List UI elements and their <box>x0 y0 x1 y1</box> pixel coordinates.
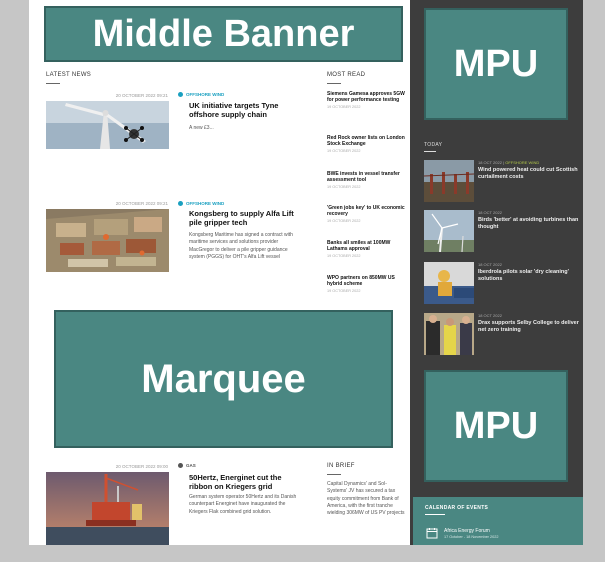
sidebar-article[interactable]: 18 OCT 2022 | OFFSHORE WIND Wind powered… <box>424 160 589 202</box>
most-read-item[interactable]: Banks all smiles at 100MW Lathams approv… <box>327 240 407 258</box>
article-date: 20 OCTOBER 2022 09:00 <box>115 464 168 469</box>
article-date: 20 OCTOBER 2022 09:21 <box>115 93 168 98</box>
most-read-date: 19 OCTOBER 2022 <box>327 288 361 293</box>
article-tag[interactable]: OFFSHORE WIND <box>178 201 224 206</box>
mpu-bottom-label: MPU <box>453 404 539 447</box>
sidebar-article-tag[interactable]: OFFSHORE WIND <box>505 160 539 165</box>
sidebar-article-title[interactable]: Drax supports Selby College to deliver n… <box>478 320 588 334</box>
latest-news-heading: LATEST NEWS <box>46 72 92 78</box>
sidebar-article-meta: 18 OCT 2022 <box>478 210 502 215</box>
calendar-heading: CALENDAR OF EVENTS <box>425 505 489 511</box>
sidebar-article[interactable]: 18 OCT 2022 Birds 'better' at avoiding t… <box>424 210 589 252</box>
mpu-ad-bottom[interactable]: MPU <box>424 370 568 482</box>
sidebar-article[interactable]: 18 OCT 2022 Iberdrola pilots solar 'dry … <box>424 262 589 304</box>
middle-banner-ad[interactable]: Middle Banner <box>44 6 403 62</box>
calendar-event-date: 17 October - 18 November 2022 <box>444 535 499 539</box>
article-date: 20 OCTOBER 2022 09:21 <box>115 201 168 206</box>
calendar-rule <box>425 514 445 515</box>
article-headline[interactable]: Kongsberg to supply Alfa Lift pile gripp… <box>189 209 301 227</box>
sidebar-article-thumbnail <box>424 160 474 202</box>
article-tag-label: OFFSHORE WIND <box>186 92 225 97</box>
sidebar-article-meta: 18 OCT 2022 <box>478 313 502 318</box>
sidebar-article-title[interactable]: Birds 'better' at avoiding turbines than… <box>478 217 588 231</box>
article-summary: A new £3... <box>189 125 214 131</box>
tag-dot-icon <box>178 92 183 97</box>
sidebar-article[interactable]: 18 OCT 2022 Drax supports Selby College … <box>424 313 589 355</box>
sidebar-article-title[interactable]: Wind powered heat could cut Scottish cur… <box>478 167 588 181</box>
most-read-item[interactable]: BWE invests in vessel transfer assessmen… <box>327 171 407 189</box>
article-tag[interactable]: GAS <box>178 463 196 468</box>
sidebar-article-date: 18 OCT 2022 <box>478 210 502 215</box>
article-tag-label: OFFSHORE WIND <box>186 201 225 206</box>
most-read-title: Red Rock owner lists on London Stock Exc… <box>327 135 405 148</box>
in-brief-rule <box>327 474 341 475</box>
article-tag[interactable]: OFFSHORE WIND <box>178 92 224 97</box>
most-read-date: 19 OCTOBER 2022 <box>327 148 361 153</box>
mpu-ad-top[interactable]: MPU <box>424 8 568 120</box>
most-read-title: BWE invests in vessel transfer assessmen… <box>327 171 400 184</box>
tag-dot-icon <box>178 463 183 468</box>
most-read-heading: MOST READ <box>327 72 366 78</box>
sidebar-article-thumbnail <box>424 313 474 355</box>
most-read-title: WPO partners on 850MW US hybrid scheme <box>327 275 395 288</box>
article-thumbnail[interactable] <box>46 472 169 545</box>
sidebar-article-title[interactable]: Iberdrola pilots solar 'dry cleaning' so… <box>478 269 588 283</box>
article-headline[interactable]: UK initiative targets Tyne offshore supp… <box>189 101 299 119</box>
marquee-label: Marquee <box>141 356 306 401</box>
in-brief-heading: IN BRIEF <box>327 463 355 469</box>
sidebar-article-date: 18 OCT 2022 <box>478 313 502 318</box>
most-read-rule <box>327 83 341 84</box>
sidebar-heading-rule <box>424 151 436 152</box>
calendar-event-name[interactable]: Africa Energy Forum <box>444 528 490 534</box>
sidebar-article-thumbnail <box>424 262 474 304</box>
most-read-item[interactable]: Siemens Gamesa approves 5GW for power pe… <box>327 91 407 109</box>
article-summary: Kongsberg Maritime has signed a contract… <box>189 232 293 260</box>
latest-news-rule <box>46 83 60 84</box>
in-brief-text[interactable]: Capital Dynamics' and Sol-Systems' JV ha… <box>327 481 405 517</box>
most-read-date: 19 OCTOBER 2022 <box>327 253 361 258</box>
article-headline[interactable]: 50Hertz, Energinet cut the ribbon on Kri… <box>189 473 301 491</box>
mpu-top-label: MPU <box>453 42 539 85</box>
sidebar-article-meta: 18 OCT 2022 | OFFSHORE WIND <box>478 160 539 165</box>
most-read-item[interactable]: WPO partners on 850MW US hybrid scheme 1… <box>327 275 407 293</box>
sidebar-article-date: 18 OCT 2022 | <box>478 160 505 165</box>
sidebar-heading: TODAY <box>424 142 443 148</box>
most-read-date: 19 OCTOBER 2022 <box>327 184 361 189</box>
article-tag-label: GAS <box>186 463 196 468</box>
sidebar-article-date: 18 OCT 2022 <box>478 262 502 267</box>
tag-dot-icon <box>178 201 183 206</box>
most-read-title: 'Green jobs key' to UK economic recovery <box>327 205 405 218</box>
most-read-item[interactable]: Red Rock owner lists on London Stock Exc… <box>327 135 407 153</box>
marquee-ad[interactable]: Marquee <box>54 310 393 448</box>
most-read-date: 19 OCTOBER 2022 <box>327 104 361 109</box>
article-thumbnail[interactable] <box>46 101 169 149</box>
article-summary: German system operator 50Hertz and its D… <box>189 494 297 515</box>
middle-banner-label: Middle Banner <box>92 12 355 55</box>
most-read-item[interactable]: 'Green jobs key' to UK economic recovery… <box>327 205 407 223</box>
most-read-title: Siemens Gamesa approves 5GW for power pe… <box>327 91 405 104</box>
most-read-title: Banks all smiles at 100MW Lathams approv… <box>327 240 391 253</box>
article-thumbnail[interactable] <box>46 209 169 272</box>
calendar-icon <box>426 526 438 539</box>
sidebar-article-thumbnail <box>424 210 474 252</box>
most-read-date: 19 OCTOBER 2022 <box>327 218 361 223</box>
sidebar-article-meta: 18 OCT 2022 <box>478 262 502 267</box>
